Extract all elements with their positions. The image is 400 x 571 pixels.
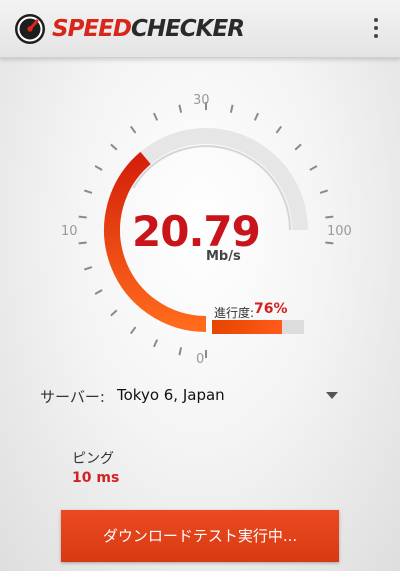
app-bar: SPEEDCHECKER (0, 0, 400, 58)
gauge-tick (83, 189, 93, 194)
speed-unit: Mb/s (206, 249, 241, 264)
gauge-tick (78, 215, 87, 219)
tick-label-10: 10 (61, 224, 78, 239)
gauge-tick (129, 326, 137, 335)
gauge-tick (83, 266, 93, 271)
gauge-tick (294, 143, 302, 151)
progress-label: 進行度: (214, 306, 255, 320)
gauge-tick (152, 112, 159, 121)
gauge-tick (78, 241, 87, 245)
tick-label-0: 0 (196, 352, 205, 367)
gauge-tick (309, 165, 318, 171)
gauge-tick (178, 104, 183, 113)
server-label: サーバー: (40, 388, 105, 406)
ping-label: ピング (72, 451, 114, 467)
ping-value: 10 ms (72, 470, 120, 486)
speedometer-icon (15, 14, 45, 44)
brand-speed: SPEED (52, 16, 132, 42)
gauge-tick (94, 289, 103, 295)
gauge-tick (275, 125, 283, 134)
gauge-tick (152, 339, 159, 348)
brand-checker: CHECKER (130, 16, 245, 42)
download-test-button[interactable]: ダウンロードテスト実行中... (61, 510, 339, 562)
brand-logo: SPEEDCHECKER (52, 14, 245, 44)
gauge-tick (253, 112, 260, 121)
tick-label-100: 100 (327, 224, 352, 239)
gauge-tick (129, 125, 137, 134)
tick-label-30: 30 (193, 93, 210, 108)
gauge-tick (94, 165, 103, 171)
progress-bar (212, 320, 304, 334)
gauge-tick (319, 189, 329, 194)
gauge-tick (110, 143, 118, 151)
progress-bar-fill (212, 320, 282, 334)
gauge-tick (325, 241, 334, 245)
gauge-tick (178, 347, 183, 356)
arrow-drop-down-icon[interactable] (326, 392, 338, 399)
gauge-tick (325, 215, 334, 219)
more-vert-icon[interactable] (366, 14, 386, 44)
progress-value: 76% (254, 301, 288, 317)
server-value: Tokyo 6, Japan (117, 386, 225, 404)
gauge-tick (110, 309, 118, 317)
server-selector[interactable]: サーバー: Tokyo 6, Japan (0, 380, 400, 410)
gauge-tick (229, 104, 234, 113)
